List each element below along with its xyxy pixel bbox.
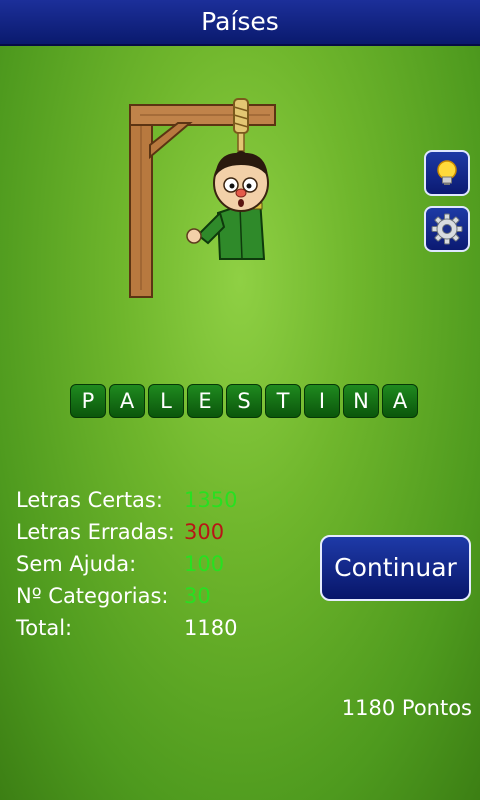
stat-label: Letras Erradas: — [16, 520, 175, 544]
title-bar: Países — [0, 0, 480, 46]
screen-title: Países — [201, 7, 279, 36]
letter-tile: I — [304, 384, 340, 418]
stat-label: Total: — [16, 616, 73, 640]
stat-value: 100 — [184, 552, 225, 576]
letter-tile: T — [265, 384, 301, 418]
letter-tile: N — [343, 384, 379, 418]
lightbulb-icon — [437, 160, 457, 185]
letter-tile: S — [226, 384, 262, 418]
points-total: 1180 Pontos — [341, 696, 472, 720]
gear-icon — [431, 213, 463, 245]
hanged-man — [186, 151, 269, 260]
stat-label: Sem Ajuda: — [16, 552, 137, 576]
settings-button[interactable] — [424, 206, 470, 252]
letter-tile: E — [187, 384, 223, 418]
stat-value: 300 — [184, 520, 225, 544]
letter-tile: P — [70, 384, 106, 418]
continue-button[interactable]: Continuar — [320, 535, 471, 601]
noose-rope — [233, 98, 249, 152]
word-tiles: P A L E S T I N A — [70, 384, 418, 418]
letter-tile: L — [148, 384, 184, 418]
stat-label: Nº Categorias: — [16, 584, 169, 608]
stat-value: 30 — [184, 584, 211, 608]
stat-value: 1180 — [184, 616, 238, 640]
stat-value: 1350 — [184, 488, 238, 512]
hangman-scene — [120, 95, 290, 305]
hint-button[interactable] — [424, 150, 470, 196]
letter-tile: A — [109, 384, 145, 418]
stat-label: Letras Certas: — [16, 488, 163, 512]
letter-tile: A — [382, 384, 418, 418]
